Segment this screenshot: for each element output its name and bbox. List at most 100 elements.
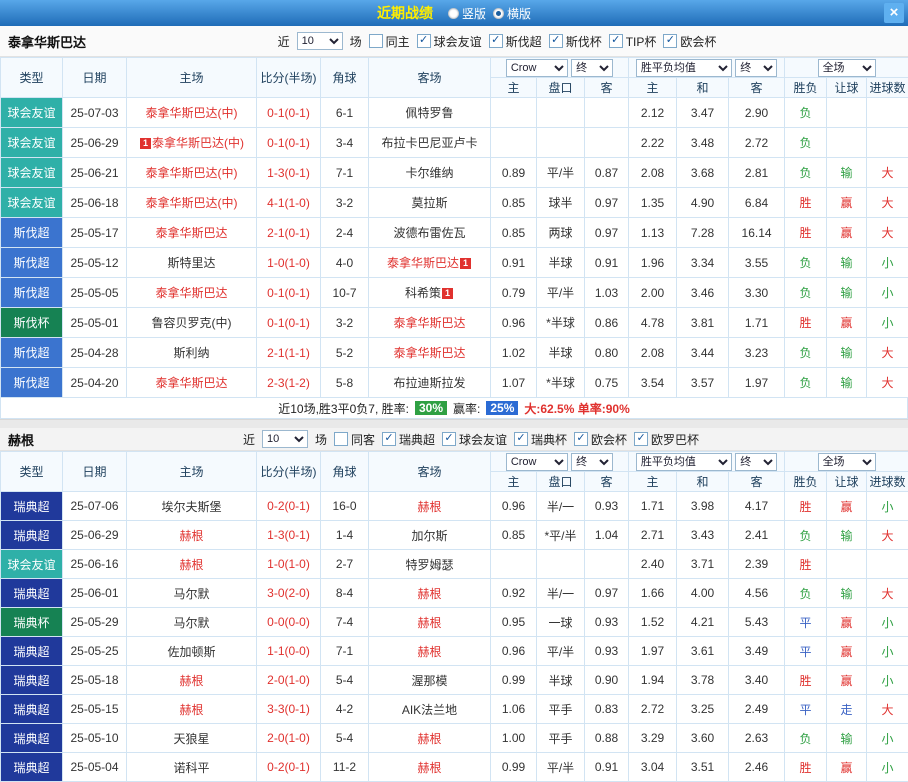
- match-count-select[interactable]: 10: [262, 430, 308, 448]
- home-team-name: 马尔默: [173, 616, 209, 630]
- league-checkbox-0[interactable]: ✓瑞典超: [382, 431, 435, 448]
- checkbox-icon[interactable]: ✓: [514, 432, 528, 446]
- away-team-name: 泰拿华斯巴达: [393, 346, 465, 360]
- match-score: 0-1(0-1): [257, 278, 321, 308]
- match-score: 2-0(1-0): [257, 666, 321, 695]
- fulltime-select[interactable]: 全场: [818, 59, 876, 77]
- match-score: 2-1(1-1): [257, 338, 321, 368]
- match-score: 4-1(1-0): [257, 188, 321, 218]
- col-score: 比分(半场): [257, 58, 321, 98]
- layout-vertical-option[interactable]: 竖版: [448, 5, 486, 22]
- league-checkbox-1[interactable]: ✓球会友谊: [442, 431, 507, 448]
- result-goals: 大: [867, 188, 908, 218]
- final-odds-select-1[interactable]: 终: [571, 453, 613, 471]
- result-handicap: 赢: [827, 637, 867, 666]
- final-odds-select-2[interactable]: 终: [735, 59, 777, 77]
- result-outcome: 负: [785, 128, 827, 158]
- avg-draw: 3.68: [677, 158, 729, 188]
- col-odds-away: 客: [585, 472, 629, 492]
- odds-handicap: 平手: [537, 724, 585, 753]
- matches-table-1: 类型 日期 主场 比分(半场) 角球 客场 Crow 终 胜平负均值 终 全场 …: [0, 57, 908, 398]
- match-count-select[interactable]: 10: [297, 32, 343, 50]
- close-icon[interactable]: ×: [884, 3, 904, 23]
- result-outcome: 胜: [785, 550, 827, 579]
- match-score: 2-0(1-0): [257, 724, 321, 753]
- match-row: 斯伐杯25-05-01鲁容贝罗克(中)0-1(0-1)3-2泰拿华斯巴达0.96…: [1, 308, 908, 338]
- league-checkbox-2[interactable]: ✓斯伐杯: [549, 33, 602, 50]
- checkbox-icon[interactable]: ✓: [442, 432, 456, 446]
- odds-company-select[interactable]: Crow: [506, 59, 568, 77]
- match-score: 2-3(1-2): [257, 368, 321, 398]
- final-odds-select-1[interactable]: 终: [571, 59, 613, 77]
- match-date: 25-05-05: [63, 278, 127, 308]
- result-handicap: 赢: [827, 188, 867, 218]
- checkbox-icon[interactable]: ✓: [382, 432, 396, 446]
- result-handicap: 输: [827, 158, 867, 188]
- corner-score: 3-2: [321, 188, 369, 218]
- avg-odds-select[interactable]: 胜平负均值: [636, 59, 732, 77]
- league-checkbox-3[interactable]: ✓TIP杯: [609, 33, 657, 50]
- result-handicap: 走: [827, 695, 867, 724]
- avg-draw: 3.61: [677, 637, 729, 666]
- league-checkbox-1[interactable]: ✓斯伐超: [489, 33, 542, 50]
- avg-away: 4.56: [729, 579, 785, 608]
- card-count-badge: 1: [140, 138, 151, 149]
- checkbox-icon[interactable]: [369, 34, 383, 48]
- col-home: 主场: [127, 58, 257, 98]
- home-team-name: 赫根: [179, 558, 203, 572]
- result-goals: [867, 128, 908, 158]
- checkbox-icon[interactable]: ✓: [663, 34, 677, 48]
- odds-home: 1.00: [491, 724, 537, 753]
- home-team-cell: 诺科平: [127, 753, 257, 782]
- avg-home: 2.08: [629, 158, 677, 188]
- league-checkbox-2[interactable]: ✓瑞典杯: [514, 431, 567, 448]
- checkbox-icon[interactable]: ✓: [549, 34, 563, 48]
- fulltime-select[interactable]: 全场: [818, 453, 876, 471]
- match-row: 瑞典超25-06-01马尔默3-0(2-0)8-4赫根0.92半/一0.971.…: [1, 579, 908, 608]
- odds-company-select[interactable]: Crow: [506, 453, 568, 471]
- games-label: 场: [350, 33, 362, 50]
- checkbox-icon[interactable]: ✓: [609, 34, 623, 48]
- league-checkbox-4[interactable]: ✓欧罗巴杯: [634, 431, 699, 448]
- avg-draw: 3.34: [677, 248, 729, 278]
- league-checkbox-0-label: 球会友谊: [434, 33, 482, 50]
- odds-away: 0.97: [585, 579, 629, 608]
- league-checkbox-0[interactable]: ✓球会友谊: [417, 33, 482, 50]
- avg-draw: 4.21: [677, 608, 729, 637]
- match-date: 25-05-18: [63, 666, 127, 695]
- result-handicap: 输: [827, 248, 867, 278]
- league-checkbox-3[interactable]: ✓欧会杯: [574, 431, 627, 448]
- col-avg-away: 客: [729, 78, 785, 98]
- final-odds-select-2[interactable]: 终: [735, 453, 777, 471]
- checkbox-icon[interactable]: [334, 432, 348, 446]
- away-team-cell: 赫根: [369, 579, 491, 608]
- league-checkbox-2-label: 瑞典杯: [531, 431, 567, 448]
- away-team-name: 渥那模: [411, 674, 447, 688]
- odds-home: 0.89: [491, 158, 537, 188]
- checkbox-icon[interactable]: ✓: [489, 34, 503, 48]
- checkbox-icon[interactable]: ✓: [417, 34, 431, 48]
- same-venue-checkbox[interactable]: 同主: [369, 33, 410, 50]
- near-label: 近: [278, 33, 290, 50]
- home-team-name: 泰拿华斯巴达: [155, 286, 227, 300]
- odds-away: 0.97: [585, 218, 629, 248]
- radio-vertical-icon[interactable]: [448, 8, 459, 19]
- match-row: 球会友谊25-06-291泰拿华斯巴达(中)0-1(0-1)3-4布拉卡巴尼亚卢…: [1, 128, 908, 158]
- competition-badge: 球会友谊: [1, 550, 63, 579]
- result-goals: 大: [867, 338, 908, 368]
- result-handicap: [827, 550, 867, 579]
- checkbox-icon[interactable]: ✓: [634, 432, 648, 446]
- layout-horizontal-option[interactable]: 横版: [493, 5, 531, 22]
- match-date: 25-06-29: [63, 521, 127, 550]
- same-venue-checkbox[interactable]: 同客: [334, 431, 375, 448]
- match-row: 斯伐超25-05-17泰拿华斯巴达2-1(0-1)2-4波德布雷佐瓦0.85两球…: [1, 218, 908, 248]
- league-checkbox-4[interactable]: ✓欧会杯: [663, 33, 716, 50]
- checkbox-icon[interactable]: ✓: [574, 432, 588, 446]
- col-score: 比分(半场): [257, 452, 321, 492]
- avg-draw: 3.46: [677, 278, 729, 308]
- avg-odds-select[interactable]: 胜平负均值: [636, 453, 732, 471]
- match-row: 瑞典超25-06-29赫根1-3(0-1)1-4加尔斯0.85*平/半1.042…: [1, 521, 908, 550]
- odds-away: [585, 128, 629, 158]
- radio-horizontal-icon[interactable]: [493, 8, 504, 19]
- away-team-name: 特罗姆瑟: [405, 558, 453, 572]
